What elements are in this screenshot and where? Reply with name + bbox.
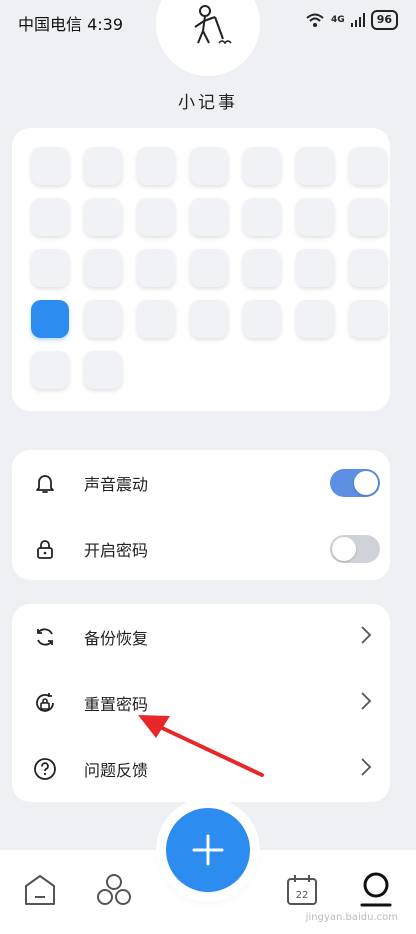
action-row-help[interactable]: 问题反馈 xyxy=(12,736,390,802)
calendar-cell[interactable] xyxy=(190,249,228,287)
category-icon[interactable] xyxy=(92,868,136,912)
calendar-cell[interactable] xyxy=(349,249,387,287)
chevron-right-icon xyxy=(360,625,372,649)
plus-icon xyxy=(192,834,224,866)
action-label-backup: 备份恢复 xyxy=(84,629,149,648)
calendar-cell[interactable] xyxy=(31,351,69,389)
calendar-cell[interactable] xyxy=(137,198,175,236)
setting-label-sound: 声音震动 xyxy=(84,475,149,494)
home-icon[interactable] xyxy=(18,868,62,912)
status-icons: 4G 96 xyxy=(305,10,398,30)
network-type: 4G xyxy=(331,15,345,25)
setting-row-sound[interactable]: 声音震动 xyxy=(12,450,390,516)
watermark: jingyan.baidu.com xyxy=(305,912,398,923)
chevron-right-icon xyxy=(360,691,372,715)
calendar-cell[interactable] xyxy=(84,351,122,389)
calendar-cell[interactable] xyxy=(31,198,69,236)
calendar-cell-active[interactable] xyxy=(31,300,69,338)
sound-toggle[interactable] xyxy=(330,469,380,497)
calendar-cell[interactable] xyxy=(296,300,334,338)
profile-icon[interactable] xyxy=(354,868,398,912)
calendar-cell[interactable] xyxy=(137,249,175,287)
calendar-cell[interactable] xyxy=(84,300,122,338)
password-toggle[interactable] xyxy=(330,535,380,563)
settings-card: 声音震动 开启密码 xyxy=(12,450,390,580)
calendar-cell[interactable] xyxy=(243,147,281,185)
calendar-cell[interactable] xyxy=(243,300,281,338)
avatar[interactable] xyxy=(156,0,260,76)
calendar-cell[interactable] xyxy=(349,300,387,338)
question-icon xyxy=(32,756,58,782)
calendar-cell[interactable] xyxy=(296,147,334,185)
calendar-cell[interactable] xyxy=(190,147,228,185)
calendar-cell[interactable] xyxy=(84,249,122,287)
calendar-cell[interactable] xyxy=(84,147,122,185)
calendar-grid xyxy=(31,147,387,389)
calendar-card xyxy=(12,128,390,411)
reset-lock-icon xyxy=(32,690,58,716)
setting-row-password[interactable]: 开启密码 xyxy=(12,516,390,582)
calendar-cell[interactable] xyxy=(137,300,175,338)
action-label-help: 问题反馈 xyxy=(84,761,149,780)
calendar-icon[interactable]: 22 xyxy=(280,868,324,912)
calendar-cell[interactable] xyxy=(190,198,228,236)
calendar-day-number: 22 xyxy=(296,890,309,901)
add-button[interactable] xyxy=(166,808,250,892)
carrier-time: 中国电信 4:39 xyxy=(18,15,124,34)
calendar-cell[interactable] xyxy=(190,300,228,338)
action-row-backup[interactable]: 备份恢复 xyxy=(12,604,390,670)
calendar-cell[interactable] xyxy=(349,147,387,185)
toggle-knob xyxy=(332,537,356,561)
calendar-cell[interactable] xyxy=(296,249,334,287)
calendar-cell[interactable] xyxy=(243,198,281,236)
action-row-reset[interactable]: 重置密码 xyxy=(12,670,390,736)
actions-card: 备份恢复 重置密码 问题反馈 xyxy=(12,604,390,802)
doodle-avatar-icon xyxy=(194,5,232,45)
chevron-right-icon xyxy=(360,757,372,781)
calendar-cell[interactable] xyxy=(31,249,69,287)
setting-label-password: 开启密码 xyxy=(84,541,149,560)
wifi-icon xyxy=(306,13,324,27)
calendar-cell[interactable] xyxy=(31,147,69,185)
signal-icon xyxy=(350,13,365,27)
calendar-cell[interactable] xyxy=(84,198,122,236)
action-label-reset: 重置密码 xyxy=(84,695,149,714)
calendar-cell[interactable] xyxy=(296,198,334,236)
app-title: 小记事 xyxy=(178,93,238,113)
battery-level: 96 xyxy=(370,10,398,30)
calendar-cell[interactable] xyxy=(349,198,387,236)
calendar-cell[interactable] xyxy=(243,249,281,287)
bell-icon xyxy=(32,470,58,496)
toggle-knob xyxy=(354,471,378,495)
calendar-cell[interactable] xyxy=(137,147,175,185)
lock-icon xyxy=(32,536,58,562)
sync-icon xyxy=(32,624,58,650)
